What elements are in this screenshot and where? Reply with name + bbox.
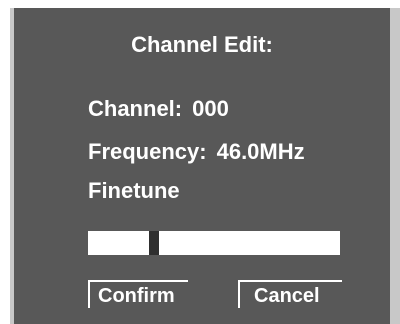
channel-row: Channel: 000 <box>88 96 229 122</box>
frequency-row: Frequency: 46.0MHz <box>88 139 305 165</box>
screen: Channel Edit: Channel: 000 Frequency: 46.0… <box>0 0 400 324</box>
confirm-button[interactable]: Confirm <box>88 280 188 308</box>
finetune-slider[interactable] <box>88 231 340 255</box>
frequency-value: 46.0MHz <box>216 139 305 164</box>
frequency-label: Frequency: <box>88 139 207 164</box>
right-border <box>390 8 400 324</box>
cancel-button[interactable]: Cancel <box>238 280 342 308</box>
dialog-title: Channel Edit: <box>131 32 273 57</box>
channel-edit-dialog: Channel Edit: Channel: 000 Frequency: 46.0… <box>14 8 390 324</box>
finetune-slider-thumb[interactable] <box>149 231 159 255</box>
finetune-label: Finetune <box>88 178 180 203</box>
channel-value: 000 <box>192 96 229 121</box>
channel-label: Channel: <box>88 96 183 121</box>
